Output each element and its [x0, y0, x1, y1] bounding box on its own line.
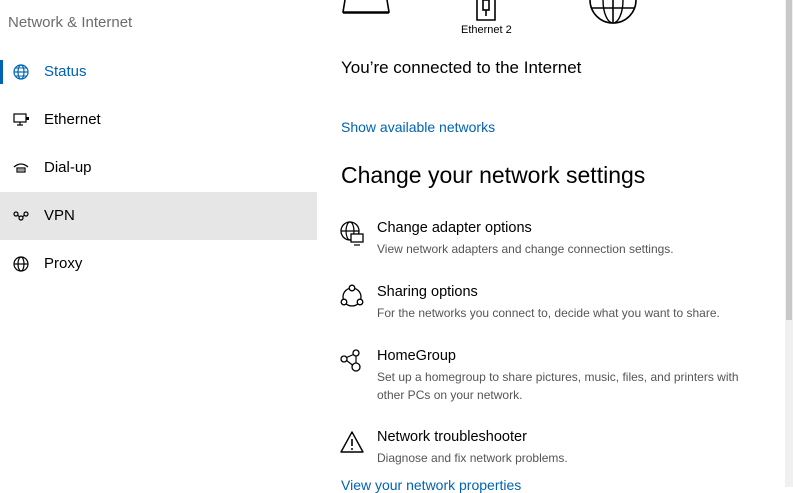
sidebar-item-label: Status	[44, 63, 87, 80]
network-troubleshooter-item[interactable]: Network troubleshooter Diagnose and fix …	[339, 429, 759, 469]
scrollbar-thumb[interactable]	[786, 0, 792, 320]
sidebar-item-status[interactable]: Status	[0, 48, 317, 96]
globe-status-icon	[13, 64, 29, 80]
sidebar-item-label: Ethernet	[44, 111, 101, 128]
dial-up-icon	[13, 163, 29, 173]
sidebar-item-label: VPN	[44, 207, 75, 224]
sidebar: Network & Internet Status Ethernet Dial-…	[0, 0, 317, 487]
main-content: Ethernet 2 You’re connected to the Inter…	[317, 0, 785, 493]
option-description: View network adapters and change connect…	[377, 242, 674, 256]
warning-icon	[340, 431, 364, 453]
sharing-options-item[interactable]: Sharing options For the networks you con…	[339, 284, 759, 324]
sidebar-item-ethernet[interactable]: Ethernet	[0, 96, 317, 144]
network-diagram: Ethernet 2	[317, 0, 785, 40]
sharing-icon	[340, 284, 364, 307]
option-title: HomeGroup	[377, 348, 456, 364]
section-title: Change your network settings	[341, 162, 646, 188]
adapter-icon	[340, 221, 364, 246]
ethernet-icon	[13, 113, 29, 126]
option-description: Diagnose and fix network problems.	[377, 451, 568, 465]
option-description: Set up a homegroup to share pictures, mu…	[377, 370, 739, 402]
sidebar-item-dial-up[interactable]: Dial-up	[0, 144, 317, 192]
homegroup-item[interactable]: HomeGroup Set up a homegroup to share pi…	[339, 348, 759, 406]
ethernet-port-icon	[476, 0, 496, 21]
option-title: Sharing options	[377, 284, 478, 300]
sidebar-item-label: Proxy	[44, 255, 83, 272]
change-adapter-options-item[interactable]: Change adapter options View network adap…	[339, 220, 759, 260]
connection-status: You’re connected to the Internet	[341, 58, 582, 77]
vpn-icon	[13, 211, 29, 221]
sidebar-header: Network & Internet	[8, 14, 133, 31]
option-title: Change adapter options	[377, 220, 532, 236]
sidebar-item-label: Dial-up	[44, 159, 92, 176]
selection-indicator	[0, 60, 3, 84]
sidebar-item-proxy[interactable]: Proxy	[0, 240, 317, 288]
globe-icon	[13, 256, 29, 272]
homegroup-icon	[340, 349, 361, 372]
internet-globe-icon	[589, 0, 637, 24]
view-network-properties-link[interactable]: View your network properties	[341, 477, 521, 493]
sidebar-item-vpn[interactable]: VPN	[0, 192, 317, 240]
network-name: Ethernet 2	[461, 24, 512, 36]
option-title: Network troubleshooter	[377, 429, 527, 445]
scrollbar[interactable]	[785, 0, 793, 487]
computer-icon	[342, 0, 390, 14]
option-description: For the networks you connect to, decide …	[377, 306, 720, 320]
show-available-networks-link[interactable]: Show available networks	[341, 119, 495, 135]
